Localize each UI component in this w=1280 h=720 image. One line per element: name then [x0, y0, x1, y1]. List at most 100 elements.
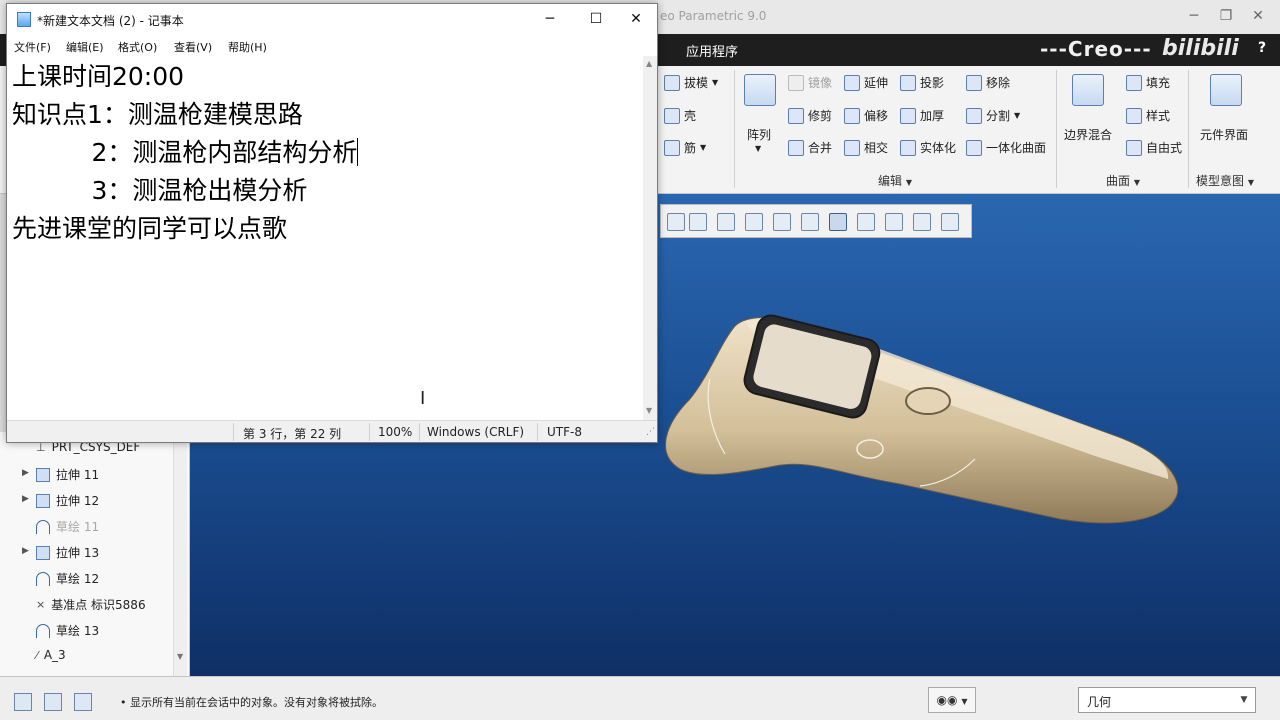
thicken-icon — [900, 107, 916, 124]
notepad-minimize-button[interactable]: ─ — [527, 4, 573, 34]
menu-edit[interactable]: 编辑(E) — [66, 39, 104, 55]
chevron-up-icon[interactable]: ▲ — [646, 59, 652, 68]
creo-close-button[interactable]: ✕ — [1244, 4, 1272, 28]
fullscreen-icon[interactable] — [74, 693, 92, 711]
find-button[interactable]: ◉◉ ▼ — [928, 687, 976, 713]
text-caret — [357, 138, 359, 166]
offset-icon — [844, 107, 860, 124]
model-tree-item-label: 草绘 12 — [56, 572, 100, 586]
remove-icon — [966, 74, 982, 91]
sketch-icon — [36, 623, 50, 638]
chevron-down-icon: ▼ — [1014, 111, 1021, 120]
model-tree-item-label: 拉伸 12 — [56, 494, 100, 508]
model-tree-item-label: A_3 — [43, 648, 66, 662]
draft-button[interactable]: 拔模 ▼ — [664, 74, 718, 91]
merge-icon — [788, 139, 804, 156]
component-interface-button[interactable]: 元件界面 — [1200, 126, 1248, 143]
model-tree-item[interactable]: 草绘 11 — [36, 518, 99, 535]
extend-button[interactable]: 延伸 — [844, 74, 888, 91]
notepad-close-button[interactable]: ✕ — [613, 4, 659, 34]
model-tree-item[interactable]: 草绘 13 — [36, 622, 99, 639]
shell-button[interactable]: 壳 — [664, 107, 696, 124]
project-icon — [900, 74, 916, 91]
menu-help[interactable]: 帮助(H) — [228, 39, 267, 55]
selection-filter-select[interactable]: 几何 ▼ — [1078, 687, 1256, 713]
style-icon — [1126, 107, 1142, 124]
datum-point-icon: × — [36, 598, 46, 611]
navigator-toggle-icon[interactable] — [14, 693, 32, 711]
notepad-vertical-scrollbar[interactable]: ▲ ▼ — [643, 56, 657, 420]
browser-toggle-icon[interactable] — [44, 693, 62, 711]
text-line: 知识点1：测温枪建模思路 — [12, 100, 303, 129]
model-intent-group-label[interactable]: 模型意图 ▼ — [1196, 172, 1254, 189]
notepad-text-area[interactable]: 上课时间20:00 知识点1：测温枪建模思路 2：测温枪内部结构分析 3：测温枪… — [7, 56, 643, 420]
project-button[interactable]: 投影 — [900, 74, 944, 91]
status-divider — [233, 423, 234, 441]
intersect-button[interactable]: 相交 — [844, 139, 888, 156]
text-encoding: UTF-8 — [547, 425, 582, 439]
extrude-icon — [36, 493, 50, 508]
status-divider — [369, 423, 370, 441]
split-icon — [966, 107, 982, 124]
creo-restore-button[interactable]: ❐ — [1212, 4, 1240, 28]
menu-file[interactable]: 文件(F) — [14, 39, 51, 55]
model-tree-item-label: 拉伸 13 — [56, 546, 100, 560]
model-tree-item[interactable]: ⁄ A_3 — [36, 648, 66, 662]
style-button[interactable]: 样式 — [1126, 107, 1170, 124]
fill-button[interactable]: 填充 — [1126, 74, 1170, 91]
creo-minimize-button[interactable]: ─ — [1180, 4, 1208, 28]
chevron-right-icon[interactable]: ▶ — [22, 468, 29, 478]
help-button[interactable]: ? — [1258, 40, 1266, 56]
notepad-title-bar[interactable]: *新建文本文档 (2) - 记事本 ─ ☐ ✕ — [7, 4, 657, 34]
ribbon-divider — [1188, 70, 1189, 188]
model-tree-item[interactable]: × 基准点 标识5886 — [36, 596, 146, 613]
solidify-icon — [900, 139, 916, 156]
extrude-icon — [36, 545, 50, 560]
status-divider — [419, 423, 420, 441]
notepad-status-bar: 第 3 行，第 22 列 100% Windows (CRLF) UTF-8 ⋰ — [7, 420, 657, 442]
chevron-down-icon: ▼ — [961, 697, 968, 706]
model-tree-item[interactable]: 拉伸 12 — [36, 492, 99, 509]
menu-format[interactable]: 格式(O) — [118, 39, 157, 55]
chevron-right-icon[interactable]: ▶ — [22, 494, 29, 504]
resize-grip-icon[interactable]: ⋰ — [646, 427, 655, 437]
trim-button[interactable]: 修剪 — [788, 107, 832, 124]
chevron-down-icon[interactable]: ▼ — [755, 144, 761, 153]
trim-icon — [788, 107, 804, 124]
menu-view[interactable]: 查看(V) — [174, 39, 212, 55]
remove-button[interactable]: 移除 — [966, 74, 1010, 91]
chevron-down-icon[interactable]: ▼ — [646, 406, 652, 415]
offset-button[interactable]: 偏移 — [844, 107, 888, 124]
solidify-button[interactable]: 实体化 — [900, 139, 956, 156]
datum-axis-icon: ⁄ — [36, 648, 38, 662]
merge-button[interactable]: 合并 — [788, 139, 832, 156]
freestyle-button[interactable]: 自由式 — [1126, 139, 1182, 156]
mirror-button[interactable]: 镜像 — [788, 74, 832, 91]
boundary-blend-button[interactable]: 边界混合 — [1064, 126, 1112, 143]
model-tree-item[interactable]: 草绘 12 — [36, 570, 99, 587]
unify-surface-button[interactable]: 一体化曲面 — [966, 139, 1046, 156]
creo-brand-text: ---Creo--- — [1040, 37, 1152, 61]
split-button[interactable]: 分割 ▼ — [966, 107, 1020, 124]
model-tree-item-label: 拉伸 11 — [56, 468, 100, 482]
notepad-menu-bar: 文件(F) 编辑(E) 格式(O) 查看(V) 帮助(H) — [7, 36, 657, 56]
ribbon-divider — [1056, 70, 1057, 188]
notepad-window: *新建文本文档 (2) - 记事本 ─ ☐ ✕ 文件(F) 编辑(E) 格式(O… — [6, 3, 658, 443]
model-tree-item[interactable]: 拉伸 11 — [36, 466, 99, 483]
extend-icon — [844, 74, 860, 91]
tab-applications[interactable]: 应用程序 — [686, 41, 738, 60]
text-line: 先进课堂的同学可以点歌 — [12, 214, 288, 243]
text-line: 上课时间20:00 — [12, 62, 185, 91]
component-interface-icon — [1210, 74, 1242, 106]
pattern-button[interactable]: 阵列 — [747, 126, 771, 143]
chevron-right-icon[interactable]: ▶ — [22, 546, 29, 556]
model-tree-scrollbar[interactable]: ▼ — [173, 432, 187, 676]
thicken-button[interactable]: 加厚 — [900, 107, 944, 124]
model-tree-item[interactable]: 拉伸 13 — [36, 544, 99, 561]
boundary-blend-icon — [1072, 74, 1104, 106]
rib-button[interactable]: 筋 ▼ — [664, 139, 706, 156]
surface-group-label[interactable]: 曲面 ▼ — [1106, 172, 1140, 189]
edit-group-label[interactable]: 编辑 ▼ — [878, 172, 912, 189]
chevron-down-icon[interactable]: ▼ — [177, 652, 183, 661]
chevron-down-icon[interactable]: ▼ — [1235, 691, 1253, 709]
